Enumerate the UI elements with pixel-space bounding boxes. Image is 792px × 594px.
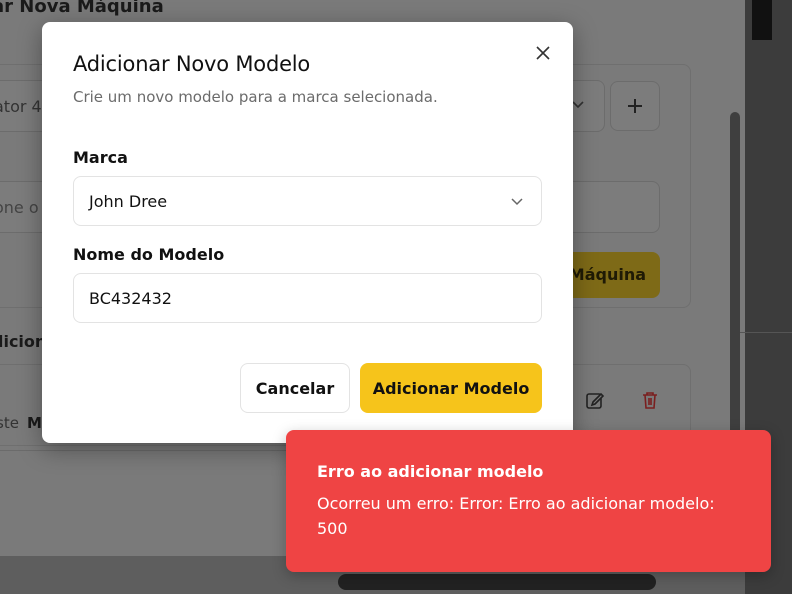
cancel-button[interactable]: Cancelar <box>240 363 350 413</box>
brand-select[interactable]: John Dree <box>73 176 542 226</box>
close-button[interactable] <box>531 41 555 65</box>
background-section-title: dicion <box>0 332 47 351</box>
right-top-block <box>752 0 772 40</box>
trash-icon <box>640 390 660 410</box>
toast-title: Erro ao adicionar modelo <box>317 462 544 481</box>
add-model-button <box>610 81 660 131</box>
toast-message: Ocorreu um erro: Error: Erro ao adiciona… <box>317 494 715 538</box>
chevron-down-icon <box>509 193 525 213</box>
background-input-text: one o <box>0 198 39 217</box>
divider <box>740 332 792 333</box>
edit-icon <box>585 390 605 410</box>
background-row-text: steM <box>0 414 42 432</box>
dialog-title: Adicionar Novo Modelo <box>73 52 311 76</box>
error-toast[interactable]: Erro ao adicionar modelo Ocorreu um erro… <box>286 430 771 572</box>
plus-icon <box>628 99 642 113</box>
model-name-input[interactable]: BC432432 <box>73 273 542 323</box>
brand-select-value: John Dree <box>89 191 168 211</box>
background-add-machine-button: Máquina <box>560 252 660 298</box>
close-icon <box>536 46 550 60</box>
add-model-dialog: Adicionar Novo Modelo Crie um novo model… <box>42 22 573 443</box>
brand-label: Marca <box>73 148 128 167</box>
model-name-label: Nome do Modelo <box>73 245 225 264</box>
dialog-description: Crie um novo modelo para a marca selecio… <box>73 88 438 106</box>
horizontal-scrollbar <box>338 574 656 590</box>
model-name-value: BC432432 <box>89 288 172 308</box>
background-page-title: ar Nova Máquina <box>0 0 164 17</box>
add-model-submit-button[interactable]: Adicionar Modelo <box>360 363 542 413</box>
